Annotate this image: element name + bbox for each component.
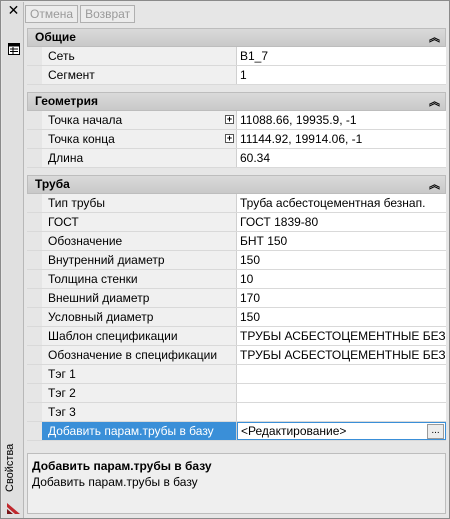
property-name: Добавить парам.трубы в базу [42,422,237,440]
property-name: Сеть [42,47,237,65]
property-value[interactable]: 170 [237,289,446,307]
property-row[interactable]: Тэг 3 [27,403,446,422]
property-name: Сегмент [42,66,237,84]
palette-title-bar[interactable]: ✕ Свойства [2,2,24,518]
category-geometry[interactable]: Геометрия ︽ [27,92,446,111]
category-pipe[interactable]: Труба ︽ [27,175,446,194]
category-title: Геометрия [35,94,99,108]
property-value[interactable]: ТРУБЫ АСБЕСТОЦЕМЕНТНЫЕ БЕЗ... [237,327,446,345]
collapse-chevron-icon[interactable]: ︽ [429,94,440,111]
category-general[interactable]: Общие ︽ [27,28,446,47]
property-value[interactable]: В1_7 [237,47,446,65]
property-name: Обозначение в спецификации [42,346,237,364]
property-name: Внешний диаметр [42,289,237,307]
property-row[interactable]: Точка начала + 11088.66, 19935.9, -1 [27,111,446,130]
property-value[interactable]: 10 [237,270,446,288]
property-name: Внутренний диаметр [42,251,237,269]
property-value[interactable]: 1 [237,66,446,84]
property-value[interactable]: 150 [237,251,446,269]
property-row[interactable]: ГОСТ ГОСТ 1839-80 [27,213,446,232]
property-row[interactable]: Внутренний диаметр 150 [27,251,446,270]
property-row[interactable]: Тип трубы Труба асбестоцементная безнап. [27,194,446,213]
property-value-editor[interactable]: <Редактирование> ... [237,422,446,440]
property-value[interactable]: ГОСТ 1839-80 [237,213,446,231]
properties-icon[interactable] [8,43,20,55]
property-name: Тэг 3 [42,403,237,421]
property-name: Длина [42,149,237,167]
collapse-chevron-icon[interactable]: ︽ [429,177,440,194]
property-row[interactable]: Длина 60.34 [27,149,446,168]
property-row[interactable]: Толщина стенки 10 [27,270,446,289]
property-row[interactable]: Сеть В1_7 [27,47,446,66]
property-row[interactable]: Обозначение БНТ 150 [27,232,446,251]
property-value[interactable] [237,365,446,383]
description-title: Добавить парам.трубы в базу [32,459,212,473]
property-name: Тэг 1 [42,365,237,383]
property-row[interactable]: Сегмент 1 [27,66,446,85]
property-row[interactable]: Шаблон спецификации ТРУБЫ АСБЕСТОЦЕМЕНТН… [27,327,446,346]
property-name: Точка начала + [42,111,237,129]
cancel-button[interactable]: Отмена [25,5,79,23]
property-name: Толщина стенки [42,270,237,288]
property-row[interactable]: Внешний диаметр 170 [27,289,446,308]
property-name: Тэг 2 [42,384,237,402]
toolbar: Отмена Возврат [25,5,136,25]
property-row[interactable]: Точка конца + 11144.92, 19914.06, -1 [27,130,446,149]
property-name: Условный диаметр [42,308,237,326]
property-value[interactable] [237,384,446,402]
property-row[interactable]: Тэг 1 [27,365,446,384]
close-icon[interactable]: ✕ [7,4,20,18]
property-value[interactable]: 11144.92, 19914.06, -1 [237,130,446,148]
property-row[interactable]: Обозначение в спецификации ТРУБЫ АСБЕСТО… [27,346,446,365]
property-value[interactable]: ТРУБЫ АСБЕСТОЦЕМЕНТНЫЕ БЕЗ... [237,346,446,364]
category-title: Труба [35,177,70,191]
property-value[interactable]: 60.34 [237,149,446,167]
property-value[interactable]: Труба асбестоцементная безнап. [237,194,446,212]
property-value[interactable]: 11088.66, 19935.9, -1 [237,111,446,129]
property-value[interactable]: 150 [237,308,446,326]
back-button[interactable]: Возврат [80,5,136,23]
expand-plus-icon[interactable]: + [225,134,234,143]
property-name: Обозначение [42,232,237,250]
property-row-selected[interactable]: Добавить парам.трубы в базу <Редактирова… [27,422,446,441]
property-name: Тип трубы [42,194,237,212]
category-title: Общие [35,30,76,44]
property-value[interactable] [237,403,446,421]
property-row[interactable]: Условный диаметр 150 [27,308,446,327]
property-row[interactable]: Тэг 2 [27,384,446,403]
collapse-chevron-icon[interactable]: ︽ [429,30,440,47]
expand-plus-icon[interactable]: + [225,115,234,124]
property-name: Точка конца + [42,130,237,148]
palette-title: Свойства [4,443,16,492]
properties-palette: ✕ Свойства Отмена Возврат Общие ︽ Сеть В… [0,0,450,519]
ellipsis-button[interactable]: ... [427,424,444,439]
description-panel: Добавить парам.трубы в базу Добавить пар… [27,453,446,514]
property-value[interactable]: БНТ 150 [237,232,446,250]
property-name: ГОСТ [42,213,237,231]
property-grid: Общие ︽ Сеть В1_7 Сегмент 1 Геометрия ︽ … [27,28,446,441]
app-logo-icon[interactable] [6,501,21,516]
description-text: Добавить парам.трубы в базу [32,475,198,489]
property-name: Шаблон спецификации [42,327,237,345]
